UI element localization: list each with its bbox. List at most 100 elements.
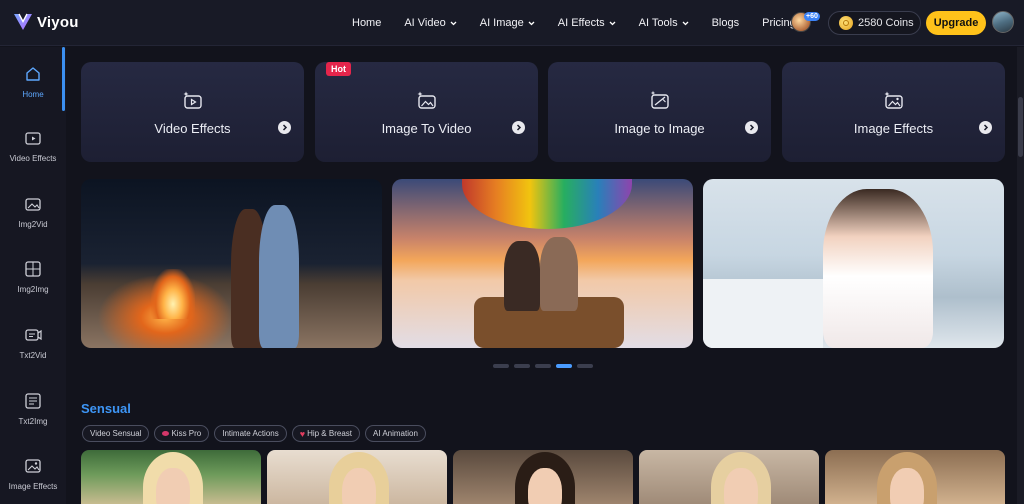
nav-label: AI Video <box>404 17 446 29</box>
figure <box>540 237 578 311</box>
lips-icon <box>162 431 170 436</box>
nav-label: AI Tools <box>638 17 678 29</box>
figure <box>823 189 933 348</box>
nav-ai-image[interactable]: AI Image <box>480 17 535 29</box>
feature-card-video-effects[interactable]: Video Effects <box>81 62 304 162</box>
image-to-image-icon <box>25 261 41 277</box>
image-to-video-icon <box>25 198 41 211</box>
sidebar-item-txt2img[interactable]: Txt2Img <box>0 392 66 452</box>
feature-card-image-effects[interactable]: Image Effects <box>782 62 1005 162</box>
feature-card-label: Video Effects <box>154 121 231 136</box>
portrait-face <box>528 468 562 504</box>
sidebar-item-image-effects[interactable]: Image Effects <box>0 457 66 504</box>
chip-label: Hip & Breast <box>307 429 352 438</box>
chevron-right-icon <box>979 121 992 134</box>
chevron-right-icon <box>278 121 291 134</box>
carousel-pagination <box>493 364 593 368</box>
balloon-envelope <box>462 179 632 229</box>
chip-label: AI Animation <box>372 429 418 438</box>
feature-card-image-to-video[interactable]: Image To Video <box>315 62 538 162</box>
brand-logo[interactable]: Viyou <box>12 11 79 33</box>
carousel-dot[interactable] <box>577 364 593 368</box>
nav-ai-video[interactable]: AI Video <box>404 17 457 29</box>
nav-ai-tools[interactable]: AI Tools <box>639 17 689 29</box>
carousel-slide-beach-bonfire[interactable] <box>81 179 382 348</box>
sidebar: Home Video Effects Img2Vid Img2Img Txt2V… <box>0 47 66 504</box>
chip-kiss-pro[interactable]: Kiss Pro <box>154 425 210 442</box>
carousel-dot[interactable] <box>493 364 509 368</box>
page-scrollbar[interactable] <box>1017 47 1024 504</box>
bonfire <box>151 269 195 319</box>
sidebar-item-home[interactable]: Home <box>0 65 66 125</box>
home-icon <box>26 67 40 81</box>
chevron-down-icon <box>528 21 535 25</box>
template-thumbnail[interactable] <box>453 450 633 504</box>
chip-intimate-actions[interactable]: Intimate Actions <box>214 425 287 442</box>
user-avatar[interactable] <box>992 11 1014 33</box>
bed <box>703 279 823 348</box>
chip-label: Kiss Pro <box>171 429 202 438</box>
sidebar-item-label: Home <box>22 90 44 99</box>
logo-v-icon <box>14 13 32 30</box>
template-thumbnail[interactable] <box>81 450 261 504</box>
video-effects-icon <box>25 132 41 145</box>
carousel-dot[interactable] <box>514 364 530 368</box>
carousel-slide-hospital[interactable] <box>703 179 1004 348</box>
brand-name: Viyou <box>37 13 79 31</box>
category-chips: Video Sensual Kiss Pro Intimate Actions … <box>82 425 426 442</box>
video-sparkle-icon <box>183 91 202 109</box>
carousel-slide-hot-air-balloon[interactable] <box>392 179 693 348</box>
chevron-down-icon <box>682 21 689 25</box>
chevron-down-icon <box>450 21 457 25</box>
scrollbar-thumb[interactable] <box>1018 97 1023 157</box>
feature-card-label: Image To Video <box>381 121 472 136</box>
text-to-video-icon <box>25 329 42 341</box>
chevron-right-icon <box>512 121 525 134</box>
sidebar-item-label: Txt2Vid <box>19 351 47 360</box>
image-effects-icon <box>25 459 41 473</box>
feature-card-label: Image Effects <box>853 121 934 136</box>
template-thumbnail[interactable] <box>639 450 819 504</box>
template-thumbnail[interactable] <box>825 450 1005 504</box>
portrait-face <box>156 468 190 504</box>
sidebar-item-label: Txt2Img <box>18 417 48 426</box>
nav-label: Home <box>352 17 382 29</box>
nav-label: Blogs <box>711 17 740 29</box>
main-nav: Home AI Video AI Image AI Effects AI Too… <box>352 0 819 46</box>
upgrade-button[interactable]: Upgrade <box>926 11 986 35</box>
portrait-face <box>342 468 376 504</box>
sidebar-item-txt2vid[interactable]: Txt2Vid <box>0 326 66 386</box>
sidebar-item-img2vid[interactable]: Img2Vid <box>0 195 66 255</box>
sidebar-item-video-effects[interactable]: Video Effects <box>0 129 66 189</box>
bonus-badge: +60 <box>804 12 820 21</box>
image-magic-icon <box>650 90 669 109</box>
portrait-face <box>890 468 924 504</box>
hot-badge: Hot <box>326 62 351 76</box>
chevron-right-icon <box>745 121 758 134</box>
text-to-image-icon <box>25 393 41 409</box>
image-video-icon <box>417 91 436 109</box>
nav-home[interactable]: Home <box>352 17 381 29</box>
carousel-dot-active[interactable] <box>556 364 572 368</box>
sidebar-item-img2img[interactable]: Img2Img <box>0 260 66 320</box>
nav-ai-effects[interactable]: AI Effects <box>558 17 616 29</box>
chip-label: Video Sensual <box>90 429 142 438</box>
chip-hip-breast[interactable]: ♥ Hip & Breast <box>291 425 360 442</box>
chip-ai-animation[interactable]: AI Animation <box>364 425 426 442</box>
coin-balance[interactable]: 2580 Coins <box>828 11 921 35</box>
feature-card-image-to-image[interactable]: Image to Image <box>548 62 771 162</box>
carousel-dot[interactable] <box>535 364 551 368</box>
chip-video-sensual[interactable]: Video Sensual <box>82 425 150 442</box>
coin-balance-label: 2580 Coins <box>858 17 914 29</box>
section-title: Sensual <box>81 401 131 416</box>
sidebar-item-label: Img2Vid <box>18 220 48 229</box>
image-sparkle-icon <box>884 91 903 109</box>
sidebar-item-label: Image Effects <box>8 482 58 491</box>
nav-blogs[interactable]: Blogs <box>712 17 740 29</box>
figure <box>504 241 540 311</box>
coin-icon <box>839 16 853 30</box>
top-header: Viyou Home AI Video AI Image AI Effects … <box>0 0 1024 46</box>
feature-card-label: Image to Image <box>614 121 705 136</box>
heart-icon: ♥ <box>299 428 306 439</box>
template-thumbnail[interactable] <box>267 450 447 504</box>
